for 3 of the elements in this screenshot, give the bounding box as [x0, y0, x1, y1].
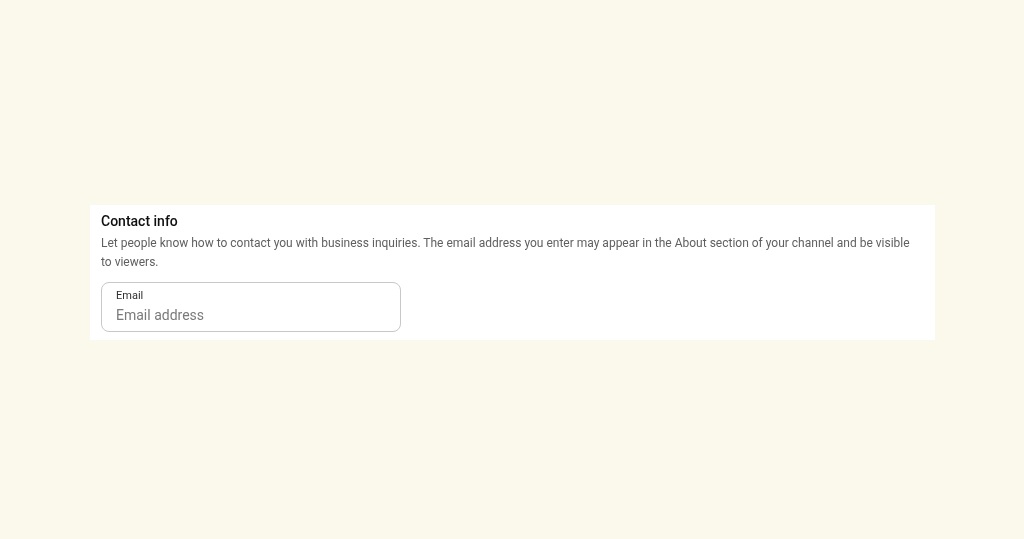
section-description: Let people know how to contact you with business inquiries. The email address you enter may appear in the About section of your channel and be visible to viewers.	[101, 235, 911, 271]
section-title: Contact info	[101, 212, 178, 231]
field-label: Email	[116, 289, 144, 303]
